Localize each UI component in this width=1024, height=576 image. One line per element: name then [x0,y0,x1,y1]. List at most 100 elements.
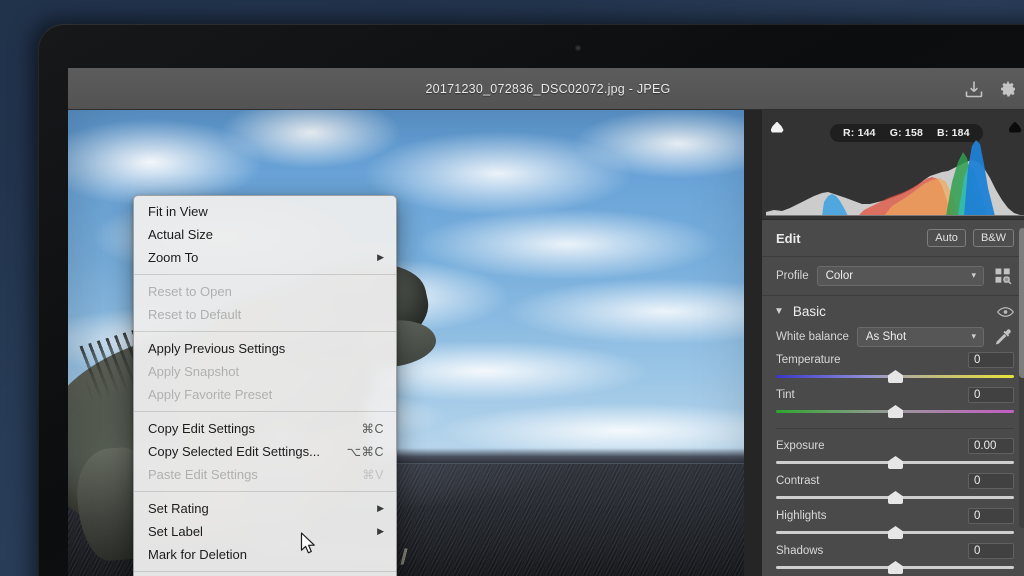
profile-select-value: Color [825,270,854,282]
submenu-arrow-icon: ▶ [377,252,384,262]
histogram-panel[interactable]: R: 144 G: 158 B: 184 [762,110,1024,220]
chevron-down-icon: ▾ [971,269,976,280]
menu-item-label: Copy Edit Settings [148,421,255,436]
chevron-down-icon[interactable]: ▼ [774,306,784,317]
profile-label: Profile [776,270,809,282]
menu-separator [134,331,396,332]
slider-value-shadows[interactable]: 0 [968,543,1014,559]
menu-item-shortcut: ⌘V [362,468,384,482]
bw-button[interactable]: B&W [972,229,1014,247]
canvas-right-gutter [744,110,762,576]
mouse-cursor [300,532,315,554]
window-titlebar: 20171230_072836_DSC02072.jpg - JPEG [68,68,1024,110]
slider-track-highlights[interactable] [776,526,1014,540]
menu-item-apply-previous-settings[interactable]: Apply Previous Settings [134,337,396,360]
slider-temperature: Temperature 0 [762,349,1024,384]
slider-contrast: Contrast 0 [762,470,1024,505]
edit-side-panel: R: 144 G: 158 B: 184 Edit Auto B&W Profi… [762,110,1024,576]
menu-item-label: Reset to Open [148,284,232,299]
slider-knob-shadows[interactable] [888,561,903,574]
slider-knob-temperature[interactable] [888,370,903,383]
slider-label-shadows: Shadows [776,545,824,557]
slider-track-tint[interactable] [776,405,1014,419]
menu-item-copy-edit-settings[interactable]: Copy Edit Settings ⌘C [134,417,396,440]
webcam-dot [575,45,581,51]
slider-label-temperature: Temperature [776,354,841,366]
histogram-graph [766,140,1024,216]
slider-label-highlights: Highlights [776,510,827,522]
menu-item-label: Mark for Deletion [148,547,247,562]
menu-item-apply-favorite-preset: Apply Favorite Preset [134,383,396,406]
menu-separator [134,571,396,572]
chevron-down-icon: ▾ [971,330,976,341]
slider-track-contrast[interactable] [776,491,1014,505]
menu-item-actual-size[interactable]: Actual Size [134,223,396,246]
menu-item-label: Reset to Default [148,307,242,322]
menu-separator [134,411,396,412]
menu-item-set-label[interactable]: Set Label ▶ [134,520,396,543]
white-balance-row: White balance As Shot ▾ [762,321,1024,349]
menu-separator [134,274,396,275]
panel-scrollbar-thumb[interactable] [1019,228,1024,378]
edit-panel-title: Edit [776,230,801,246]
slider-track-temperature[interactable] [776,370,1014,384]
slider-label-contrast: Contrast [776,475,820,487]
menu-item-shortcut: ⌥⌘C [346,445,384,459]
profile-select[interactable]: Color ▾ [816,266,984,286]
slider-knob-highlights[interactable] [888,526,903,539]
slider-value-contrast[interactable]: 0 [968,473,1014,489]
menu-item-reset-to-default: Reset to Default [134,303,396,326]
eyedropper-icon[interactable] [992,327,1014,347]
menu-item-copy-selected-edit-settings[interactable]: Copy Selected Edit Settings... ⌥⌘C [134,440,396,463]
basic-section-label: Basic [792,304,826,319]
profile-browser-icon[interactable] [992,266,1014,286]
submenu-arrow-icon: ▶ [377,526,384,536]
slider-tint: Tint 0 [762,384,1024,419]
window-title: 20171230_072836_DSC02072.jpg - JPEG [425,81,671,96]
context-menu[interactable]: Fit in View Actual Size Zoom To ▶ Reset to O… [133,195,397,576]
window-body: Fit in View Actual Size Zoom To ▶ Reset to O… [68,110,1024,576]
slider-value-tint[interactable]: 0 [968,387,1014,403]
menu-item-fit-in-view[interactable]: Fit in View [134,200,396,223]
slider-knob-contrast[interactable] [888,491,903,504]
slider-label-tint: Tint [776,389,795,401]
shadow-clipping-icon[interactable] [767,117,787,137]
export-icon[interactable] [964,79,984,99]
slider-group-divider [776,428,1014,429]
menu-item-set-rating[interactable]: Set Rating ▶ [134,497,396,520]
settings-gear-icon[interactable] [998,79,1018,99]
eye-icon[interactable] [997,306,1014,318]
slider-value-highlights[interactable]: 0 [968,508,1014,524]
basic-sliders: Temperature 0 Tint 0 Exposure 0.00 Contrast 0 Hi… [762,349,1024,575]
edit-header-section: Edit Auto B&W [762,220,1024,257]
photo-editor-window: 20171230_072836_DSC02072.jpg - JPEG Fit … [68,68,1024,576]
slider-track-exposure[interactable] [776,456,1014,470]
image-canvas[interactable]: Fit in View Actual Size Zoom To ▶ Reset to O… [68,110,762,576]
slider-track-shadows[interactable] [776,561,1014,575]
profile-section: Profile Color ▾ [762,257,1024,296]
slider-knob-tint[interactable] [888,405,903,418]
auto-button[interactable]: Auto [927,229,966,247]
panel-scrollbar[interactable] [1019,228,1024,528]
menu-item-label: Paste Edit Settings [148,467,258,482]
menu-item-label: Copy Selected Edit Settings... [148,444,320,459]
menu-item-reset-to-open: Reset to Open [134,280,396,303]
menu-separator [134,491,396,492]
slider-highlights: Highlights 0 [762,505,1024,540]
slider-value-temperature[interactable]: 0 [968,352,1014,368]
white-balance-select[interactable]: As Shot ▾ [856,327,984,347]
menu-item-zoom-to[interactable]: Zoom To ▶ [134,246,396,269]
slider-shadows: Shadows 0 [762,540,1024,575]
highlight-clipping-icon[interactable] [1005,117,1024,137]
slider-value-exposure[interactable]: 0.00 [968,438,1014,454]
slider-knob-exposure[interactable] [888,456,903,469]
basic-section-header[interactable]: ▼ Basic [762,296,1024,321]
slider-label-exposure: Exposure [776,440,825,452]
menu-item-mark-for-deletion[interactable]: Mark for Deletion [134,543,396,566]
menu-item-apply-snapshot: Apply Snapshot [134,360,396,383]
menu-item-label: Fit in View [148,204,208,219]
menu-item-label: Zoom To [148,250,199,265]
menu-item-label: Apply Favorite Preset [148,387,273,402]
menu-item-label: Set Rating [148,501,209,516]
menu-item-label: Apply Previous Settings [148,341,286,356]
